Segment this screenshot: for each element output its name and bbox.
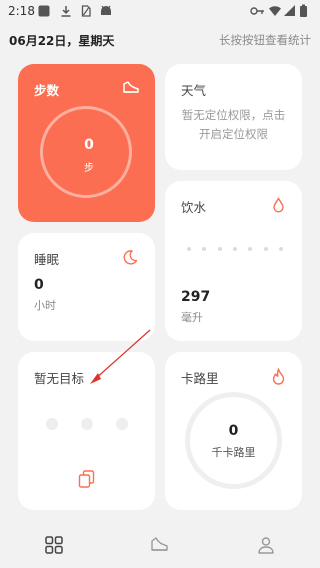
flame-icon — [272, 368, 285, 385]
water-card[interactable]: 饮水 297 毫升 — [165, 181, 302, 341]
status-time: 2:18 — [8, 4, 35, 18]
water-unit: 毫升 — [181, 311, 203, 324]
water-dot — [202, 247, 207, 251]
download-icon — [61, 6, 71, 17]
copy-icon[interactable] — [78, 470, 95, 488]
water-intake-dots — [187, 247, 283, 251]
steps-value: 0 — [84, 137, 94, 153]
water-drop-icon — [273, 197, 284, 213]
grid-icon[interactable] — [44, 535, 64, 555]
water-dot — [263, 247, 268, 251]
steps-title: 步数 — [34, 83, 60, 98]
goal-dot — [116, 418, 128, 430]
water-title: 饮水 — [181, 200, 207, 215]
weather-title: 天气 — [181, 83, 207, 98]
water-value: 297 — [181, 289, 211, 305]
notification-square-icon — [38, 5, 50, 17]
bottom-nav — [0, 525, 320, 568]
calories-title: 卡路里 — [181, 371, 219, 386]
sleep-card[interactable]: 睡眠 0 小时 — [18, 233, 155, 341]
calories-value: 0 — [228, 423, 239, 439]
shoe-icon[interactable] — [150, 535, 170, 555]
water-dot — [217, 247, 222, 251]
stats-hint: 长按按钮查看统计 — [219, 33, 311, 47]
goal-placeholder-dots — [46, 418, 128, 430]
calories-card[interactable]: 卡路里 0 千卡路里 — [165, 352, 302, 510]
location-permission-message[interactable]: 暂无定位权限，点击开启定位权限 — [179, 106, 288, 144]
battery-icon — [300, 4, 307, 17]
sim-card-icon — [81, 5, 91, 17]
signal-icon — [284, 5, 295, 16]
water-dot — [278, 247, 283, 251]
calories-unit: 千卡路里 — [211, 446, 256, 459]
sleep-unit: 小时 — [34, 299, 56, 312]
goal-title: 暂无目标 — [34, 371, 85, 386]
status-bar: 2:18 — [0, 0, 320, 24]
weather-card[interactable]: 天气 暂无定位权限，点击开启定位权限 — [165, 64, 302, 170]
goal-dot — [81, 418, 93, 430]
water-dot — [187, 247, 191, 251]
moon-icon — [123, 250, 138, 265]
sleep-title: 睡眠 — [34, 252, 60, 267]
goal-dot — [46, 418, 58, 430]
steps-progress-ring: 0 步 — [40, 106, 132, 198]
wifi-icon — [269, 6, 281, 16]
android-icon — [101, 5, 111, 15]
sleep-value: 0 — [34, 277, 44, 293]
steps-card[interactable]: 步数 0 步 — [18, 64, 155, 222]
water-dot — [232, 247, 237, 251]
steps-unit: 步 — [84, 163, 94, 174]
key-icon — [250, 7, 264, 15]
goal-card[interactable]: 暂无目标 — [18, 352, 155, 510]
person-icon[interactable] — [256, 535, 276, 555]
calories-progress-ring: 0 千卡路里 — [185, 392, 282, 489]
date-label: 06月22日，星期天 — [9, 34, 115, 48]
status-right-icons — [250, 4, 307, 17]
water-dot — [248, 247, 253, 251]
shoe-icon — [123, 81, 139, 93]
